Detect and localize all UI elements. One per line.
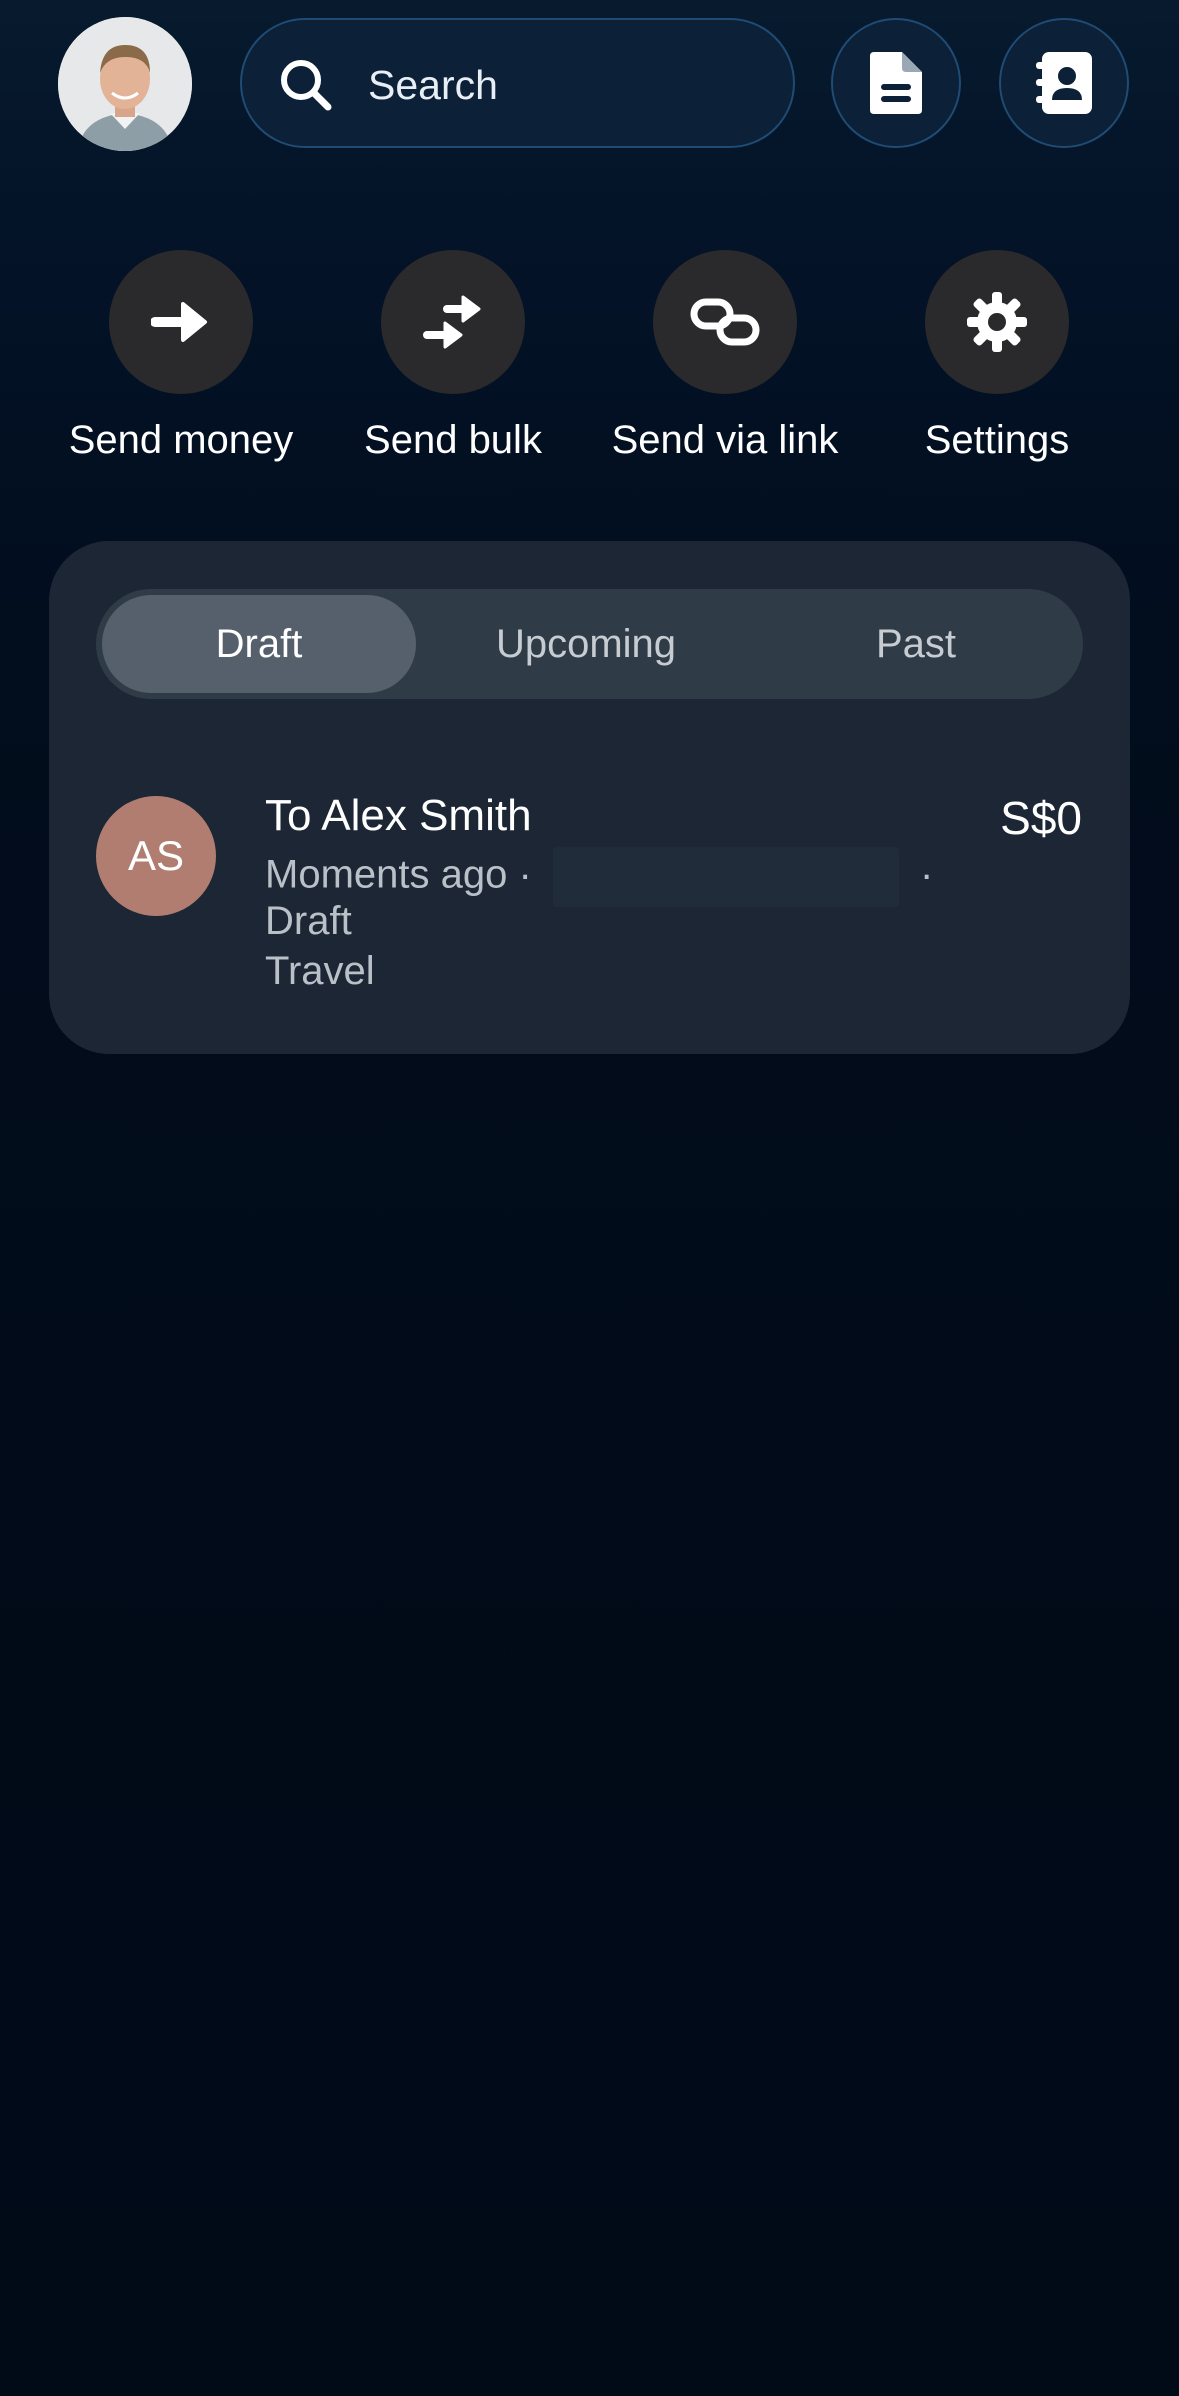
transaction-status: Draft (265, 899, 352, 943)
send-via-link-label: Send via link (611, 418, 839, 462)
meta-separator: · (920, 852, 934, 897)
contacts-button[interactable] (999, 18, 1129, 148)
send-via-link-button[interactable] (653, 250, 797, 394)
send-money-button[interactable] (109, 250, 253, 394)
transactions-card: Draft Upcoming Past AS To Alex Smith S$0… (49, 541, 1130, 1054)
search-bar[interactable]: Search (240, 18, 795, 148)
arrow-right-icon (151, 302, 207, 342)
search-icon (281, 60, 332, 111)
search-placeholder: Search (368, 62, 498, 108)
documents-button[interactable] (831, 18, 961, 148)
profile-avatar[interactable] (58, 17, 192, 151)
transaction-tabs: Draft Upcoming Past (96, 589, 1083, 699)
profile-photo-icon (58, 17, 192, 151)
transaction-meta: Moments ago · · (265, 847, 933, 907)
swap-arrows-icon (423, 295, 481, 349)
link-icon (690, 298, 760, 346)
tab-upcoming[interactable]: Upcoming (426, 589, 746, 699)
send-bulk-button[interactable] (381, 250, 525, 394)
header: Search (0, 0, 1179, 170)
transaction-title: To Alex Smith (265, 791, 532, 840)
send-bulk-label: Send bulk (364, 418, 542, 462)
redacted-detail (552, 847, 899, 907)
tab-draft[interactable]: Draft (102, 595, 416, 693)
gear-icon (967, 292, 1027, 352)
transaction-row[interactable]: AS To Alex Smith S$0 Moments ago · · Dra… (96, 791, 1096, 1021)
settings-action[interactable]: Settings (862, 250, 1132, 463)
send-bulk-action[interactable]: Send bulk (318, 250, 588, 463)
transaction-amount: S$0 (1000, 792, 1082, 844)
transaction-category: Travel (265, 949, 375, 993)
settings-label: Settings (924, 418, 1070, 462)
recipient-avatar: AS (96, 796, 216, 916)
settings-button[interactable] (925, 250, 1069, 394)
document-icon (870, 52, 922, 114)
tab-past[interactable]: Past (756, 589, 1076, 699)
quick-actions: Send money Send bulk Send via link Setti… (0, 250, 1179, 480)
send-via-link-action[interactable]: Send via link (590, 250, 860, 463)
meta-separator: · (518, 852, 532, 897)
contacts-icon (1036, 52, 1092, 114)
send-money-action[interactable]: Send money (46, 250, 316, 463)
send-money-label: Send money (68, 418, 294, 462)
transaction-time: Moments ago (265, 852, 508, 897)
